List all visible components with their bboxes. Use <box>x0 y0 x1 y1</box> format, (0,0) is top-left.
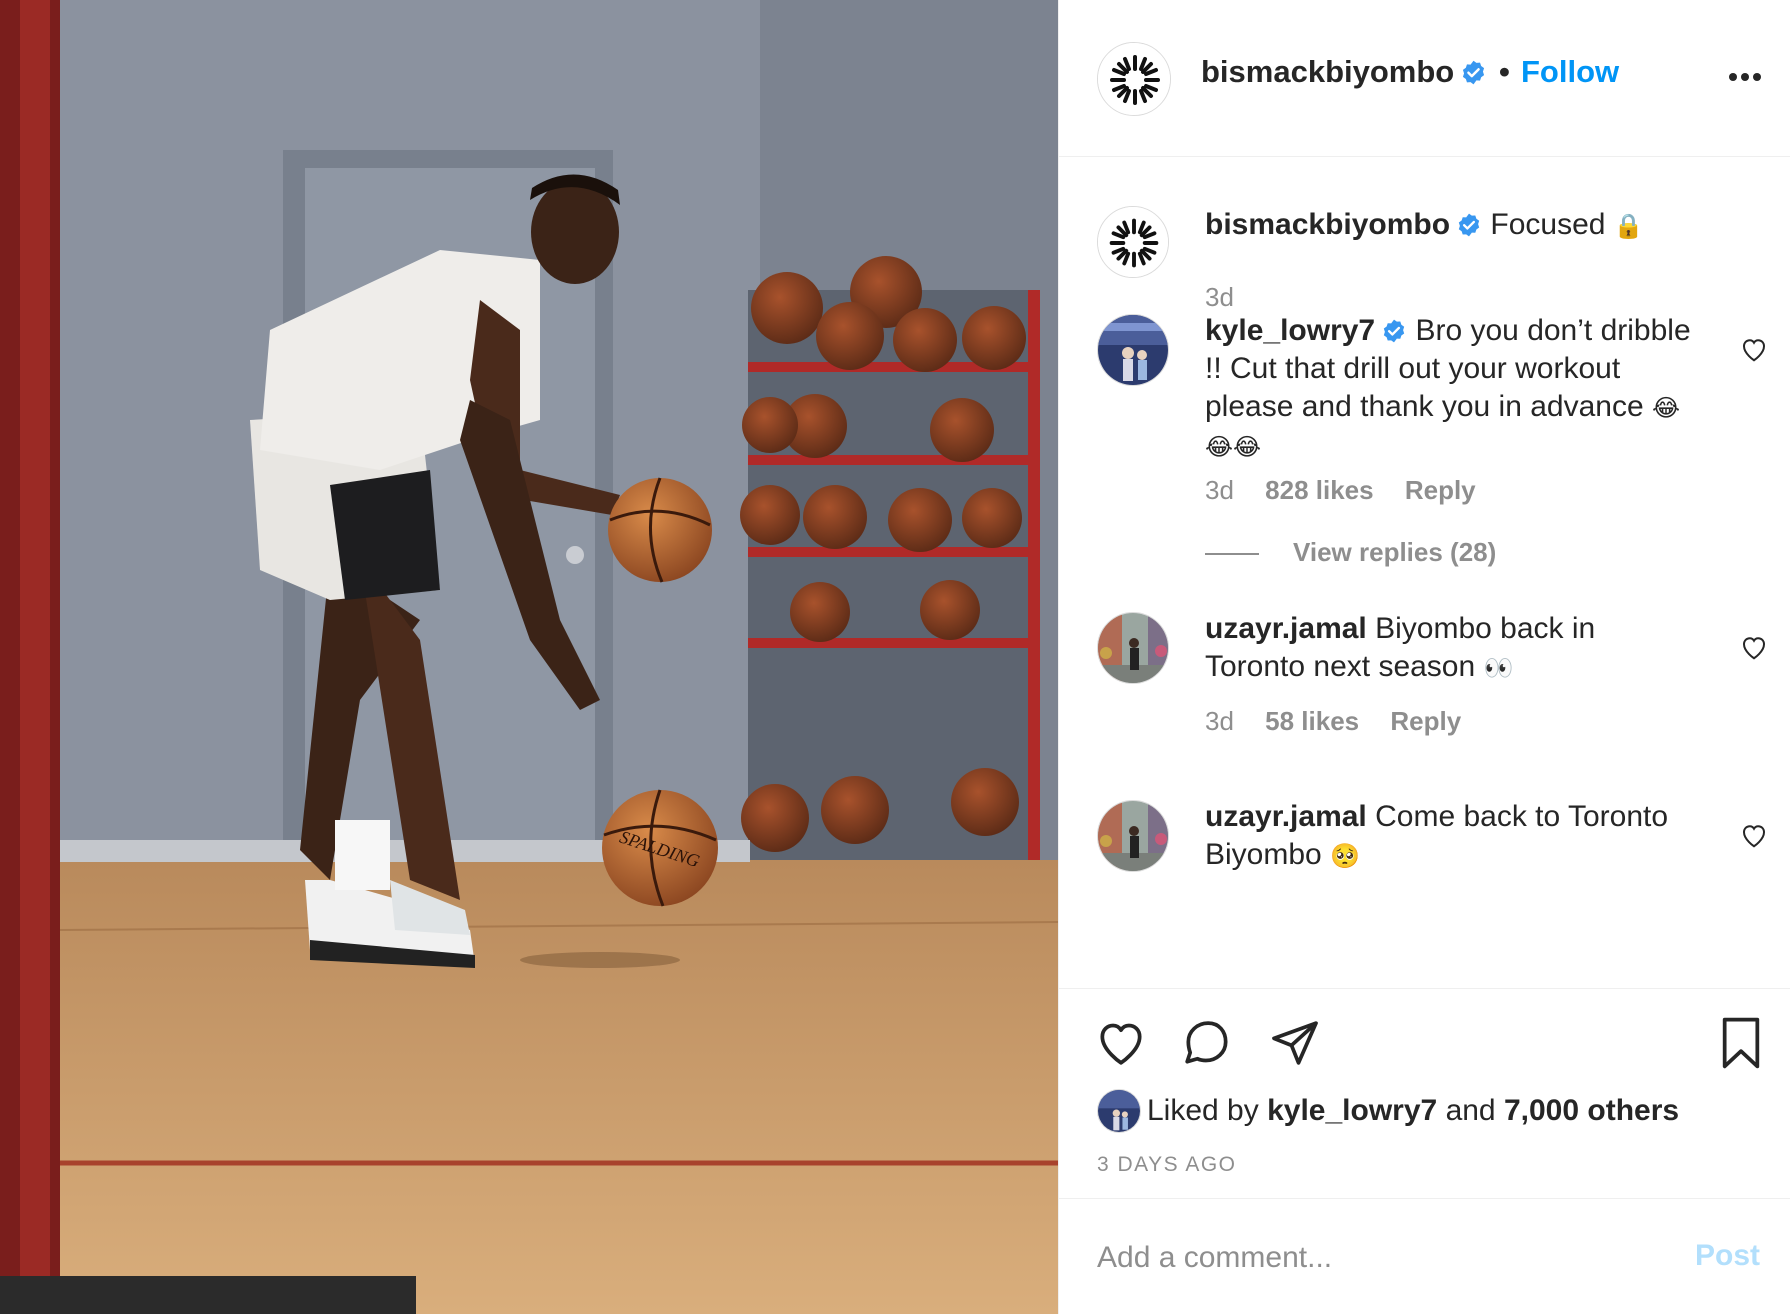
sunburst-logo-icon <box>1098 43 1170 115</box>
comment-time[interactable]: 3d <box>1205 706 1234 736</box>
replies-divider <box>1205 553 1259 556</box>
avatar-photo-icon <box>1098 315 1168 385</box>
comment-input[interactable] <box>1097 1233 1657 1283</box>
comment-username[interactable]: kyle_lowry7 <box>1205 314 1375 347</box>
commenter-avatar[interactable] <box>1097 314 1169 386</box>
commenter-avatar[interactable] <box>1097 612 1169 684</box>
sunburst-logo-icon <box>1098 207 1168 277</box>
liked-by-others[interactable]: 7,000 others <box>1504 1094 1679 1127</box>
comment-likes[interactable]: 828 likes <box>1265 475 1373 505</box>
caption-time[interactable]: 3d <box>1205 282 1234 312</box>
caption-avatar[interactable] <box>1097 206 1169 278</box>
view-replies-button[interactable]: View replies (28) <box>1205 537 1496 568</box>
caption-meta: 3d <box>1205 282 1258 313</box>
view-replies-label[interactable]: View replies (28) <box>1293 537 1496 567</box>
liked-by-and: and <box>1445 1094 1496 1127</box>
lock-emoji-icon: 🔒 <box>1613 212 1644 240</box>
more-options-icon[interactable] <box>1725 62 1765 92</box>
comment-text: uzayr.jamal Come back to Toronto Biyombo… <box>1205 798 1695 875</box>
eyes-emoji-icon: 👀 <box>1483 654 1514 682</box>
caption-body: Focused <box>1490 208 1606 241</box>
post-timestamp[interactable]: 3 DAYS AGO <box>1097 1153 1237 1177</box>
author-avatar[interactable] <box>1097 42 1171 116</box>
post-image[interactable]: SPALDING <box>0 0 1058 1314</box>
comment-like-heart-icon[interactable] <box>1739 632 1769 662</box>
follow-button[interactable]: Follow <box>1521 54 1619 90</box>
comment-like-heart-icon[interactable] <box>1739 334 1769 364</box>
liked-by-prefix: Liked by <box>1147 1094 1259 1127</box>
comment-like-heart-icon[interactable] <box>1739 820 1769 850</box>
comment-reply-button[interactable]: Reply <box>1390 706 1461 736</box>
post-photo-illustration: SPALDING <box>0 0 1058 1314</box>
bookmark-save-icon[interactable] <box>1713 1015 1769 1071</box>
liked-by-user[interactable]: kyle_lowry7 <box>1267 1094 1437 1127</box>
send-share-icon[interactable] <box>1267 1015 1323 1071</box>
liked-by-summary: Liked by kyle_lowry7 and 7,000 others <box>1147 1094 1679 1128</box>
author-username[interactable]: bismackbiyombo <box>1201 54 1487 90</box>
verified-badge-icon <box>1383 319 1405 343</box>
liked-by-avatar[interactable] <box>1097 1089 1141 1133</box>
caption-username[interactable]: bismackbiyombo <box>1205 208 1450 241</box>
header-separator: • <box>1499 54 1510 89</box>
post-side-panel: bismackbiyombo • Follow bismackbiyombo F… <box>1058 0 1790 1314</box>
verified-badge-icon <box>1463 60 1485 85</box>
comment-username[interactable]: uzayr.jamal <box>1205 612 1367 645</box>
comment-meta: 3d 58 likes Reply <box>1205 706 1485 737</box>
avatar-photo-icon <box>1098 801 1168 871</box>
verified-badge-icon <box>1458 213 1480 237</box>
author-username-text[interactable]: bismackbiyombo <box>1201 54 1454 89</box>
comment-icon[interactable] <box>1179 1015 1235 1071</box>
comment-time[interactable]: 3d <box>1205 475 1234 505</box>
post-header: bismackbiyombo • Follow <box>1059 0 1790 157</box>
comment-username[interactable]: uzayr.jamal <box>1205 800 1367 833</box>
avatar-photo-icon <box>1098 613 1168 683</box>
commenter-avatar[interactable] <box>1097 800 1169 872</box>
add-comment-bar: Post <box>1059 1198 1790 1314</box>
pleading-emoji-icon: 🥺 <box>1330 842 1360 870</box>
like-heart-icon[interactable] <box>1093 1015 1149 1071</box>
comment-meta: 3d 828 likes Reply <box>1205 475 1500 506</box>
post-comment-button[interactable]: Post <box>1695 1239 1760 1273</box>
comment-text: kyle_lowry7 Bro you don’t dribble !! Cut… <box>1205 312 1695 466</box>
comment-likes[interactable]: 58 likes <box>1265 706 1359 736</box>
avatar-photo-icon <box>1098 1090 1140 1132</box>
comment-text: uzayr.jamal Biyombo back in Toronto next… <box>1205 610 1695 687</box>
post-actions: Liked by kyle_lowry7 and 7,000 others 3 … <box>1059 988 1790 1198</box>
caption-text: bismackbiyombo Focused 🔒 <box>1205 206 1695 245</box>
comment-reply-button[interactable]: Reply <box>1405 475 1476 505</box>
comments-list[interactable]: bismackbiyombo Focused 🔒 3d kyle_lowry7 … <box>1059 158 1790 988</box>
